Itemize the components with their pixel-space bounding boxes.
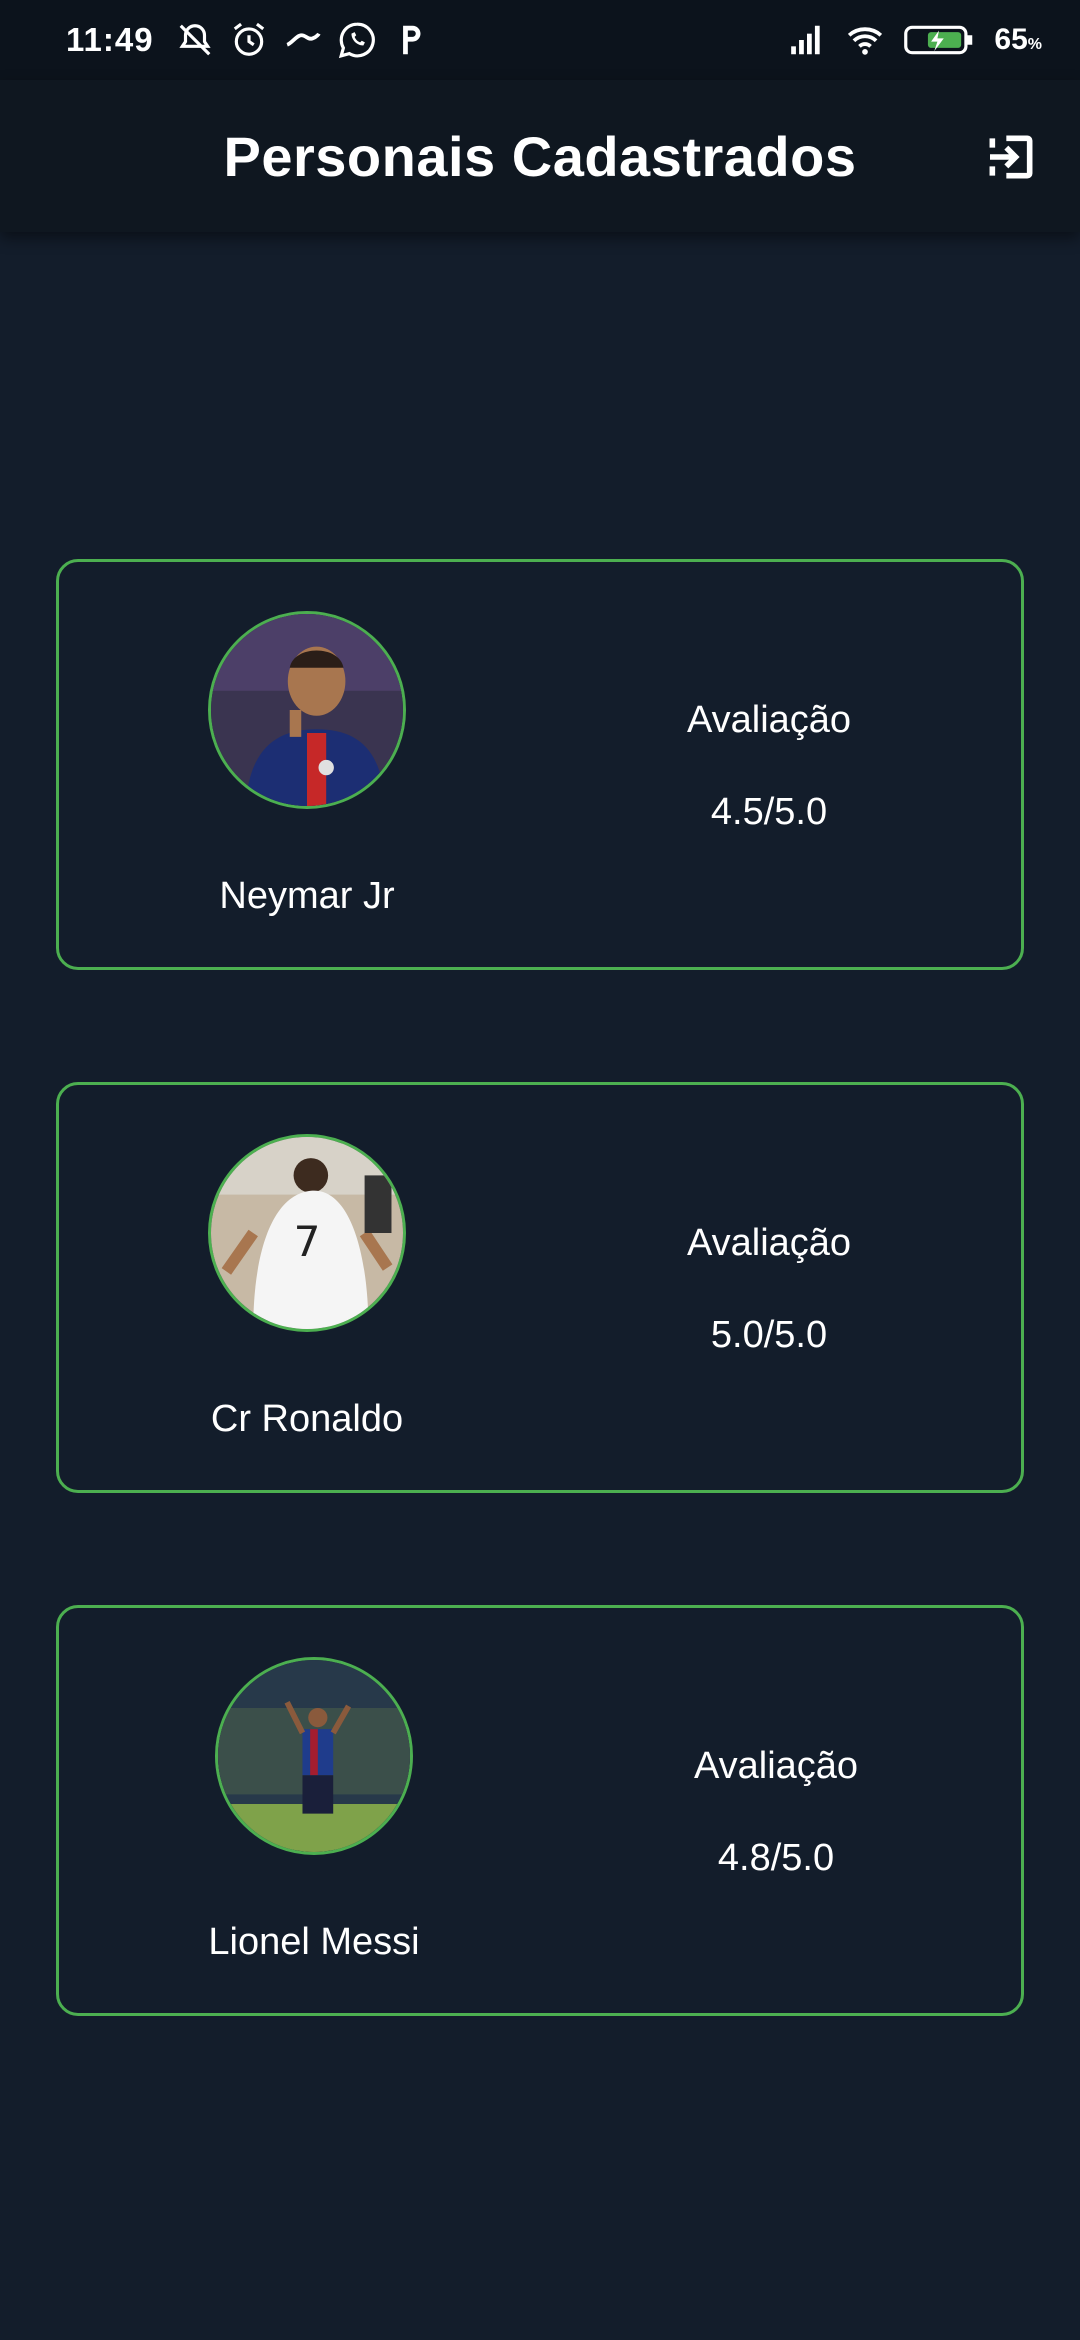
trainer-avatar	[208, 611, 406, 809]
wifi-icon	[846, 21, 884, 59]
muted-icon	[176, 21, 214, 59]
page-title: Personais Cadastrados	[223, 124, 857, 188]
trainer-card[interactable]: Lionel Messi Avaliação 4.8/5.0	[56, 1605, 1024, 2016]
trainer-card[interactable]: Neymar Jr Avaliação 4.5/5.0	[56, 559, 1024, 970]
rating-label: Avaliação	[686, 1222, 852, 1264]
alarm-icon	[230, 21, 268, 59]
rating-value: 4.8/5.0	[717, 1837, 835, 1879]
signal-icon	[788, 21, 826, 59]
trainer-list: Neymar Jr Avaliação 4.5/5.0 7 Cr Ronaldo…	[56, 559, 1024, 2128]
p-icon	[392, 21, 430, 59]
rating-value: 5.0/5.0	[710, 1314, 828, 1356]
battery-icon	[904, 21, 974, 59]
app-bar: Personais Cadastrados	[0, 80, 1080, 232]
battery-percent: 65%	[994, 23, 1042, 56]
status-right: 65%	[788, 21, 1042, 59]
rating-label: Avaliação	[686, 699, 852, 741]
status-bar: 11:49 65%	[0, 0, 1080, 80]
trainer-avatar	[215, 1657, 413, 1855]
svg-text:7: 7	[294, 1217, 321, 1266]
status-time: 11:49	[66, 21, 154, 58]
ifood-icon	[284, 21, 322, 59]
logout-button[interactable]	[980, 126, 1042, 188]
logout-icon	[989, 135, 1033, 179]
trainer-card[interactable]: 7 Cr Ronaldo Avaliação 5.0/5.0	[56, 1082, 1024, 1493]
trainer-name: Neymar Jr	[219, 875, 395, 917]
trainer-name: Lionel Messi	[208, 1921, 420, 1963]
status-left: 11:49	[66, 21, 430, 59]
trainer-avatar: 7	[208, 1134, 406, 1332]
whatsapp-icon	[338, 21, 376, 59]
trainer-name: Cr Ronaldo	[210, 1398, 404, 1440]
rating-label: Avaliação	[693, 1745, 859, 1787]
rating-value: 4.5/5.0	[710, 791, 828, 833]
